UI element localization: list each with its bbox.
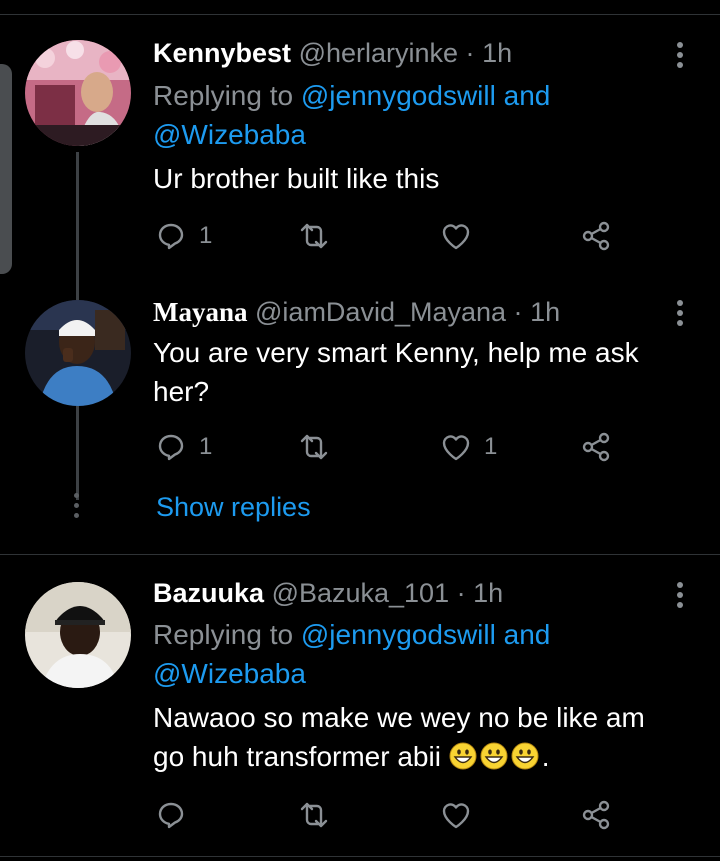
separator: · <box>456 578 466 608</box>
retweet-icon <box>300 434 328 460</box>
show-replies-link[interactable]: Show replies <box>156 492 311 523</box>
replying-to: Replying to @jennygodswill and @Wizebaba <box>153 76 550 154</box>
tweet-text-tail: . <box>541 741 550 772</box>
reply-button[interactable]: 1 <box>155 216 212 256</box>
retweet-icon <box>300 223 328 249</box>
thread-continuation-dots <box>74 493 80 523</box>
separator: · <box>465 38 475 68</box>
retweet-button[interactable] <box>298 216 330 256</box>
heart-icon <box>442 435 470 461</box>
share-icon <box>582 432 610 462</box>
mention-link[interactable]: @Wizebaba <box>153 119 306 150</box>
share-icon <box>582 800 610 830</box>
mention-link[interactable]: @Wizebaba <box>153 658 306 689</box>
timestamp[interactable]: 1h <box>482 38 512 68</box>
reply-count: 1 <box>199 433 213 460</box>
reply-icon <box>158 223 184 250</box>
avatar[interactable] <box>25 40 131 146</box>
share-icon <box>582 221 610 251</box>
reply-count: 1 <box>199 222 213 249</box>
tweet-text: You are very smart Kenny, help me ask he… <box>153 337 639 407</box>
mention-link[interactable]: @jennygodswill and <box>301 619 550 650</box>
tweet-divider <box>0 554 720 555</box>
tweet-text-line: Nawaoo so make we wey no be like am <box>153 702 645 733</box>
share-button[interactable] <box>580 427 612 467</box>
like-button[interactable] <box>440 795 484 835</box>
tweet-text: Ur brother built like this <box>153 163 440 194</box>
retweet-button[interactable] <box>298 795 330 835</box>
tweet-text-line: go huh transformer abii <box>153 741 441 772</box>
user-handle[interactable]: @herlaryinke <box>299 38 458 68</box>
replying-prefix: Replying to <box>153 619 294 650</box>
top-divider <box>0 14 720 15</box>
tweet-text: Nawaoo so make we wey no be like am go h… <box>153 698 693 776</box>
like-count: 1 <box>484 433 498 460</box>
user-handle[interactable]: @iamDavid_Mayana <box>255 297 506 327</box>
bottom-divider <box>0 856 720 857</box>
share-button[interactable] <box>580 216 612 256</box>
grinning-face-emoji <box>449 742 477 770</box>
tweet-header: Bazuuka @Bazuka_101 · 1h <box>153 577 503 609</box>
like-button[interactable] <box>440 216 484 256</box>
avatar[interactable] <box>25 582 131 688</box>
reply-icon <box>158 802 184 829</box>
retweet-icon <box>300 802 328 828</box>
reply-button[interactable]: 1 <box>155 427 212 467</box>
like-button[interactable]: 1 <box>440 427 497 467</box>
display-name[interactable]: Kennybest <box>153 38 291 68</box>
separator: · <box>513 297 523 327</box>
mention-link[interactable]: @jennygodswill and <box>301 80 550 111</box>
retweet-button[interactable] <box>298 427 330 467</box>
tweet-header: Kennybest @herlaryinke · 1h <box>153 37 512 69</box>
grinning-face-emoji <box>480 742 508 770</box>
share-button[interactable] <box>580 795 612 835</box>
grinning-face-emoji <box>511 742 539 770</box>
reply-icon <box>158 434 184 461</box>
display-name[interactable]: Mayana <box>153 297 248 327</box>
tweet-header: Mayana @iamDavid_Mayana · 1h <box>153 296 560 328</box>
heart-icon <box>442 803 470 829</box>
scrollbar[interactable] <box>0 64 12 274</box>
user-handle[interactable]: @Bazuka_101 <box>272 578 450 608</box>
replying-to: Replying to @jennygodswill and @Wizebaba <box>153 615 550 693</box>
display-name[interactable]: Bazuuka <box>153 578 264 608</box>
timestamp[interactable]: 1h <box>530 297 560 327</box>
heart-icon <box>442 224 470 250</box>
more-vertical-icon[interactable] <box>675 582 685 612</box>
more-vertical-icon[interactable] <box>675 42 685 72</box>
timestamp[interactable]: 1h <box>473 578 503 608</box>
replying-prefix: Replying to <box>153 80 294 111</box>
avatar[interactable] <box>25 300 131 406</box>
reply-button[interactable] <box>155 795 199 835</box>
more-vertical-icon[interactable] <box>675 300 685 330</box>
